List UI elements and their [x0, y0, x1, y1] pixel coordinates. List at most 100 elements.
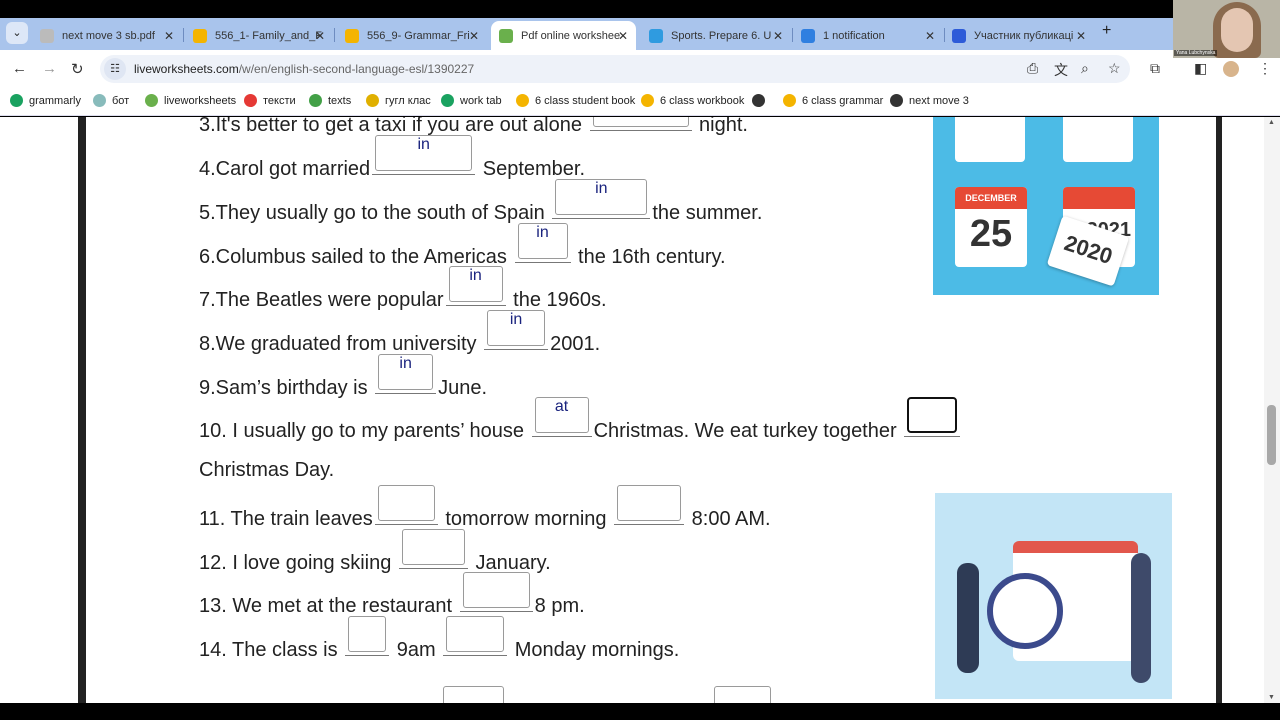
close-tab-icon[interactable]: ✕	[925, 29, 935, 43]
answer-input[interactable]: in	[378, 354, 434, 390]
sentence-text: 3.It's better to get a taxi if you are o…	[199, 117, 588, 136]
tab[interactable]: 556_9- Grammar_Fri ✕	[337, 21, 487, 50]
side-panel-icon[interactable]: ◧	[1194, 60, 1207, 77]
browser-toolbar: ← → ↻ ☷ liveworksheets.com/w/en/english-…	[0, 50, 1280, 88]
answer-input[interactable]: at	[592, 117, 689, 127]
bookmark-label: next move 3	[909, 94, 969, 107]
calendar-graphic	[955, 117, 1025, 162]
profile-avatar[interactable]	[1223, 61, 1239, 77]
tab-label: Pdf online workshee	[521, 29, 621, 42]
bookmark-favicon-icon	[309, 94, 322, 107]
bookmark-favicon-icon	[145, 94, 158, 107]
answer-blank: at	[589, 117, 692, 131]
scrollbar-thumb[interactable]	[1267, 405, 1276, 465]
sentence-text: 5.They usually go to the south of Spain	[199, 202, 551, 224]
answer-input[interactable]	[714, 686, 771, 703]
bookmark-item[interactable]: next move 3	[890, 94, 969, 107]
bookmark-item[interactable]: liveworksheets	[145, 94, 236, 107]
answer-blank: in	[484, 310, 549, 350]
bookmark-star-icon[interactable]: ☆	[1108, 60, 1121, 77]
answer-input[interactable]	[377, 485, 435, 521]
bookmark-item[interactable]: 6 class student book	[516, 94, 635, 107]
close-tab-icon[interactable]: ✕	[618, 29, 628, 43]
bookmark-favicon-icon	[93, 94, 106, 107]
tab[interactable]: 556_1- Family_and_F ✕	[185, 21, 333, 50]
sentence-row: 13. We met at the restaurant 8 pm.	[199, 572, 585, 620]
bookmark-item[interactable]	[752, 94, 771, 107]
sentence-text: night.	[693, 117, 748, 136]
scroll-up-icon[interactable]: ▲	[1268, 119, 1275, 126]
bookmark-item[interactable]: texts	[309, 94, 351, 107]
bookmark-label: liveworksheets	[164, 94, 237, 107]
install-app-icon[interactable]: ⎙	[1027, 60, 1038, 77]
tab[interactable]: 1 notification ✕	[793, 21, 943, 50]
bookmark-label: 6 class workbook	[660, 94, 745, 107]
bookmark-favicon-icon	[783, 94, 796, 107]
translate-icon[interactable]: 文	[1054, 60, 1068, 80]
bookmark-label: 6 class student book	[535, 94, 636, 107]
answer-input[interactable]	[617, 485, 682, 521]
scroll-down-icon[interactable]: ▼	[1268, 694, 1275, 701]
answer-input[interactable]: in	[517, 223, 568, 259]
bookmark-label: grammarly	[29, 94, 81, 107]
bookmark-favicon-icon	[752, 94, 765, 107]
new-tab-button[interactable]: +	[1102, 22, 1111, 40]
back-button[interactable]: ←	[12, 60, 27, 77]
tab[interactable]: Pdf online workshee ✕	[491, 21, 636, 50]
tab-search-button[interactable]: ⌄	[6, 22, 28, 44]
bookmark-favicon-icon	[890, 94, 903, 107]
tab[interactable]: Sports. Prepare 6. U ✕	[641, 21, 791, 50]
bookmark-item[interactable]: бот	[93, 94, 129, 107]
site-info-icon[interactable]: ☷	[104, 58, 126, 80]
bookmark-label: гугл клас	[385, 94, 431, 107]
sentence-text: Monday mornings.	[509, 639, 680, 661]
bookmark-favicon-icon	[641, 94, 654, 107]
close-tab-icon[interactable]: ✕	[1076, 29, 1086, 43]
tab[interactable]: next move 3 sb.pdf ✕	[32, 21, 182, 50]
close-tab-icon[interactable]: ✕	[469, 29, 479, 43]
wordwall-icon	[649, 28, 663, 43]
bookmark-item[interactable]: 6 class workbook	[641, 94, 744, 107]
sentence-text: tomorrow morning	[439, 508, 613, 530]
bookmark-item[interactable]: гугл клас	[366, 94, 431, 107]
sentence-text: September.	[477, 158, 586, 180]
sentence-text: 13. We met at the restaurant	[199, 595, 458, 617]
sentence-text: 8.We graduated from university	[199, 333, 483, 355]
address-bar[interactable]: ☷ liveworksheets.com/w/en/english-second…	[100, 55, 1130, 83]
url-domain: liveworksheets.com	[134, 62, 239, 76]
sentence-text: June.	[438, 377, 488, 399]
close-tab-icon[interactable]: ✕	[773, 29, 783, 43]
tab-separator	[334, 28, 335, 42]
bookmark-item[interactable]: 6 class grammar	[783, 94, 883, 107]
answer-input[interactable]: in	[448, 266, 503, 302]
answer-input[interactable]	[907, 397, 958, 433]
close-tab-icon[interactable]: ✕	[164, 29, 174, 43]
answer-input[interactable]: at	[534, 397, 589, 433]
close-tab-icon[interactable]: ✕	[315, 29, 325, 43]
answer-blank	[904, 397, 961, 437]
menu-icon[interactable]: ⋮	[1258, 60, 1272, 77]
tab[interactable]: Участник публикаці ✕	[944, 21, 1094, 50]
reload-button[interactable]: ↻	[71, 60, 84, 78]
answer-input[interactable]	[348, 616, 387, 652]
sentence-text: 9am	[391, 639, 442, 661]
google-drive-icon	[193, 28, 207, 43]
extensions-icon[interactable]: ⧉	[1150, 60, 1160, 77]
vertical-scrollbar[interactable]: ▲ ▼	[1264, 117, 1280, 703]
answer-input[interactable]: in	[487, 310, 546, 346]
sentence-text: the summer.	[652, 202, 763, 224]
answer-blank	[443, 616, 508, 656]
zoom-icon[interactable]: ⌕	[1081, 60, 1089, 77]
sentence-text: 10. I usually go to my parents’ house	[199, 420, 530, 442]
bookmark-item[interactable]: тексти	[244, 94, 296, 107]
forward-button[interactable]: →	[42, 60, 57, 77]
bookmark-item[interactable]: grammarly	[10, 94, 81, 107]
answer-input[interactable]: in	[375, 135, 473, 171]
answer-input[interactable]	[401, 529, 465, 565]
answer-input[interactable]: in	[555, 179, 648, 215]
bookmark-item[interactable]: work tab	[441, 94, 502, 107]
answer-input[interactable]	[462, 572, 530, 608]
answer-input[interactable]	[446, 616, 505, 652]
answer-input[interactable]	[443, 686, 504, 703]
sentence-text: 12. I love going skiing	[199, 552, 397, 574]
